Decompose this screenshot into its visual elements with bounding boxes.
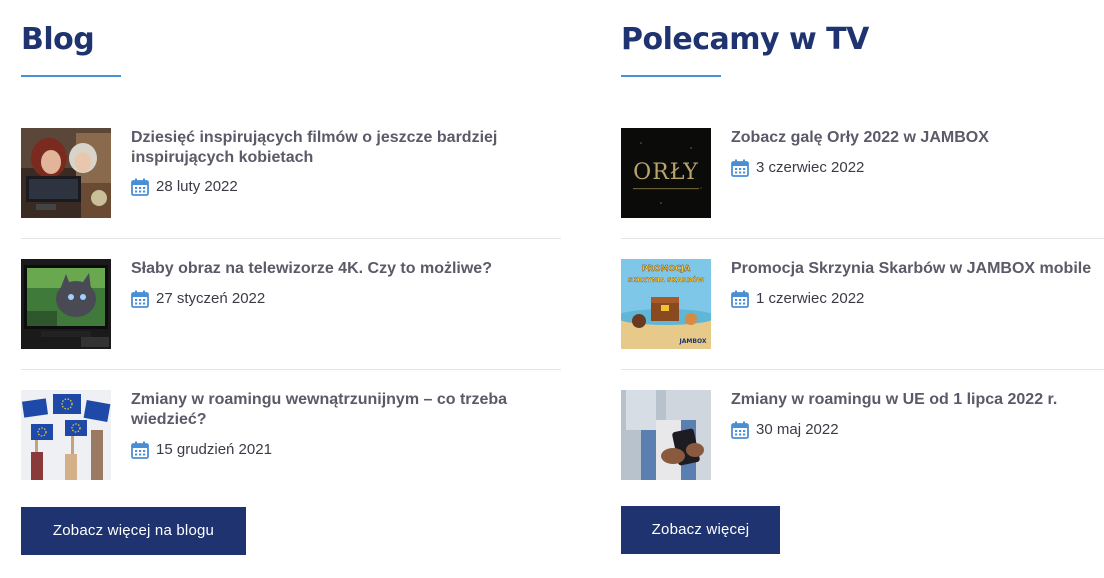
- divider: [621, 238, 1104, 239]
- blog-heading-underline: [21, 75, 121, 77]
- blog-item[interactable]: Zmiany w roamingu wewnątrzunijnym – co t…: [21, 390, 561, 480]
- tv-item[interactable]: PROMOCJA SKRZYNIA SKARBÓW JAMBOX Promocj…: [621, 259, 1104, 349]
- divider: [21, 238, 561, 239]
- tv-heading-underline: [621, 75, 721, 77]
- blog-item-date-text: 28 luty 2022: [156, 178, 238, 195]
- divider: [21, 369, 561, 370]
- blog-item-thumbnail[interactable]: [21, 128, 111, 218]
- thumb-jambox-text: JAMBOX: [679, 338, 707, 345]
- tv-item-thumbnail[interactable]: [621, 390, 711, 480]
- tv-item-title[interactable]: Zmiany w roamingu w UE od 1 lipca 2022 r…: [731, 390, 1104, 410]
- blog-item[interactable]: Dziesięć inspirujących filmów o jeszcze …: [21, 128, 561, 218]
- blog-item-date-text: 15 grudzień 2021: [156, 441, 272, 458]
- thumb-promo-top-text: PROMOCJA: [642, 264, 691, 273]
- tv-item-date-text: 3 czerwiec 2022: [756, 159, 865, 176]
- blog-item[interactable]: Słaby obraz na telewizorze 4K. Czy to mo…: [21, 259, 561, 349]
- tv-heading: Polecamy w TV: [621, 22, 869, 57]
- divider: [621, 369, 1104, 370]
- thumb-orly-text: ORŁY: [633, 160, 699, 185]
- calendar-icon: [131, 290, 149, 308]
- tv-item-title[interactable]: Zobacz galę Orły 2022 w JAMBOX: [731, 128, 1104, 148]
- calendar-icon: [731, 421, 749, 439]
- calendar-icon: [131, 178, 149, 196]
- thumb-promo-mid-text: SKRZYNIA SKARBÓW: [628, 275, 705, 284]
- blog-item-thumbnail[interactable]: [21, 259, 111, 349]
- tv-item[interactable]: Zmiany w roamingu w UE od 1 lipca 2022 r…: [621, 390, 1104, 480]
- calendar-icon: [731, 290, 749, 308]
- tv-item-thumbnail[interactable]: PROMOCJA SKRZYNIA SKARBÓW JAMBOX: [621, 259, 711, 349]
- tv-item[interactable]: ORŁY Zobacz galę Orły 2022 w JAMBOX 3 cz…: [621, 128, 1104, 218]
- calendar-icon: [131, 441, 149, 459]
- blog-more-button[interactable]: Zobacz więcej na blogu: [21, 507, 246, 555]
- tv-more-button[interactable]: Zobacz więcej: [621, 506, 780, 554]
- blog-heading: Blog: [21, 22, 95, 57]
- tv-item-thumbnail[interactable]: ORŁY: [621, 128, 711, 218]
- blog-item-thumbnail[interactable]: [21, 390, 111, 480]
- tv-item-title[interactable]: Promocja Skrzynia Skarbów w JAMBOX mobil…: [731, 259, 1104, 279]
- tv-item-date-text: 30 maj 2022: [756, 421, 839, 438]
- calendar-icon: [731, 159, 749, 177]
- blog-item-title[interactable]: Zmiany w roamingu wewnątrzunijnym – co t…: [131, 390, 561, 430]
- tv-item-date-text: 1 czerwiec 2022: [756, 290, 865, 307]
- blog-item-title[interactable]: Słaby obraz na telewizorze 4K. Czy to mo…: [131, 259, 561, 279]
- blog-item-title[interactable]: Dziesięć inspirujących filmów o jeszcze …: [131, 128, 561, 168]
- blog-item-date-text: 27 styczeń 2022: [156, 290, 266, 307]
